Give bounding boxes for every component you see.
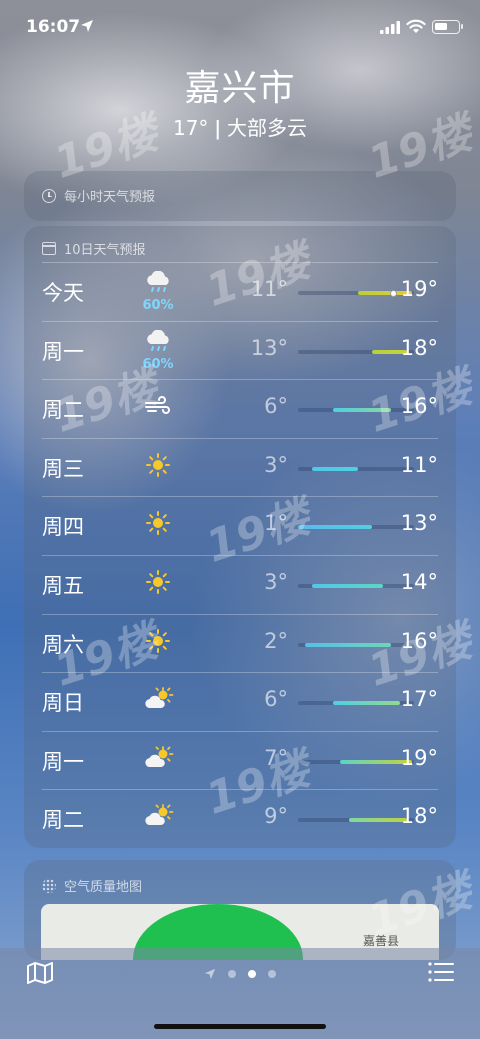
temperature-range-bar bbox=[298, 701, 414, 706]
forecast-day: 周二 bbox=[42, 808, 84, 833]
forecast-row[interactable]: 周二 9° 18° bbox=[42, 789, 438, 848]
precipitation-chance: 60% bbox=[142, 356, 174, 372]
clock-icon bbox=[42, 188, 56, 203]
high-temp: 19° bbox=[400, 745, 438, 770]
ten-day-forecast-card[interactable]: 10日天气预报 今天 60% 11° 19° 周一 60% 13° 18° 周二 6° 16° 周三 3… bbox=[24, 226, 456, 848]
high-temp: 11° bbox=[400, 452, 438, 477]
forecast-day: 周五 bbox=[42, 573, 84, 598]
forecast-day: 周四 bbox=[42, 515, 84, 540]
sun-icon bbox=[142, 569, 174, 594]
status-bar: 16:07 bbox=[0, 0, 480, 56]
forecast-day: 周一 bbox=[42, 339, 84, 364]
forecast-day: 周二 bbox=[42, 398, 84, 423]
sun-icon bbox=[142, 511, 174, 536]
temperature-range-bar bbox=[298, 818, 414, 823]
page-dot bbox=[268, 970, 276, 978]
ten-day-forecast-title: 10日天气预报 bbox=[64, 243, 146, 258]
low-temp: 3° bbox=[264, 569, 288, 594]
hourly-forecast-card[interactable]: 每小时天气预报 bbox=[24, 171, 456, 221]
rain-cloud-icon bbox=[142, 329, 174, 354]
map-icon[interactable] bbox=[27, 962, 53, 984]
forecast-day: 周三 bbox=[42, 456, 84, 481]
forecast-row[interactable]: 周六 2° 16° bbox=[42, 613, 438, 673]
map-town-label: 嘉善县 bbox=[363, 934, 400, 948]
sun-icon bbox=[142, 452, 174, 477]
page-indicator[interactable] bbox=[204, 968, 276, 980]
low-temp: 2° bbox=[264, 628, 288, 653]
hourly-forecast-title: 每小时天气预报 bbox=[64, 190, 156, 205]
temperature-range-bar bbox=[298, 349, 414, 354]
calendar-icon bbox=[42, 242, 56, 255]
precipitation-chance: 60% bbox=[142, 298, 174, 313]
forecast-day: 周日 bbox=[42, 691, 84, 716]
temperature-range-bar bbox=[298, 525, 414, 530]
wifi-icon bbox=[406, 19, 426, 33]
forecast-row[interactable]: 周日 6° 17° bbox=[42, 672, 438, 731]
temperature-range-bar bbox=[298, 408, 414, 413]
forecast-row[interactable]: 周一 7° 19° bbox=[42, 730, 438, 790]
forecast-day: 周一 bbox=[42, 749, 84, 774]
location-header: 嘉兴市 17° ǀ 大部多云 bbox=[0, 66, 480, 142]
low-temp: 3° bbox=[264, 452, 288, 477]
high-temp: 16° bbox=[400, 628, 438, 653]
low-temp: 6° bbox=[264, 394, 288, 419]
city-list-icon[interactable] bbox=[428, 962, 454, 982]
temperature-range-fill bbox=[349, 818, 408, 823]
temperature-range-fill bbox=[298, 525, 373, 530]
location-page-icon bbox=[204, 968, 216, 980]
partly-sunny-icon bbox=[142, 687, 174, 711]
partly-sunny-icon bbox=[142, 804, 174, 828]
forecast-row[interactable]: 周五 3° 14° bbox=[42, 554, 438, 614]
high-temp: 18° bbox=[400, 804, 438, 829]
forecast-row[interactable]: 周一 60% 13° 18° bbox=[42, 320, 438, 380]
low-temp: 1° bbox=[264, 511, 288, 536]
temperature-range-fill bbox=[332, 408, 391, 413]
current-temp-marker bbox=[389, 289, 397, 297]
temperature-range-fill bbox=[332, 701, 401, 706]
page-dot-active bbox=[248, 970, 256, 978]
high-temp: 19° bbox=[400, 277, 438, 301]
low-temp: 9° bbox=[264, 804, 288, 829]
sun-icon bbox=[142, 628, 174, 653]
wind-icon bbox=[142, 394, 174, 418]
temperature-range-fill bbox=[311, 466, 359, 471]
temperature-range-fill bbox=[304, 642, 391, 647]
temperature-range-bar bbox=[298, 759, 414, 764]
forecast-row[interactable]: 周三 3° 11° bbox=[42, 437, 438, 497]
partly-sunny-icon bbox=[142, 745, 174, 770]
city-name: 嘉兴市 bbox=[184, 68, 296, 109]
temperature-range-bar bbox=[298, 583, 414, 588]
high-temp: 14° bbox=[400, 569, 438, 594]
temperature-range-bar bbox=[298, 466, 414, 471]
temperature-range-fill bbox=[311, 583, 383, 588]
low-temp: 6° bbox=[264, 687, 288, 712]
forecast-list: 今天 60% 11° 19° 周一 60% 13° 18° 周二 6° 16° 周三 3° 11° 周四 1°… bbox=[42, 262, 438, 848]
forecast-day: 周六 bbox=[42, 632, 84, 657]
high-temp: 13° bbox=[400, 511, 438, 536]
temperature-range-bar bbox=[298, 289, 414, 297]
high-temp: 16° bbox=[400, 394, 438, 419]
forecast-row[interactable]: 周二 6° 16° bbox=[42, 379, 438, 438]
rain-cloud-icon bbox=[142, 270, 174, 295]
forecast-day: 今天 bbox=[42, 281, 84, 305]
page-dot bbox=[228, 970, 236, 978]
high-temp: 17° bbox=[400, 687, 438, 712]
low-temp: 13° bbox=[250, 335, 288, 360]
low-temp: 7° bbox=[264, 745, 288, 770]
low-temp: 11° bbox=[250, 277, 288, 301]
air-quality-icon bbox=[42, 878, 56, 893]
home-indicator bbox=[154, 1024, 326, 1029]
air-quality-map-card[interactable]: 空气质量地图 嘉善县 bbox=[24, 860, 456, 960]
current-conditions: 17° ǀ 大部多云 bbox=[172, 116, 308, 140]
forecast-row[interactable]: 今天 60% 11° 19° bbox=[42, 262, 438, 321]
temperature-range-bar bbox=[298, 642, 414, 647]
bottom-toolbar bbox=[0, 948, 480, 1039]
location-arrow-icon bbox=[81, 20, 93, 32]
air-quality-title: 空气质量地图 bbox=[64, 880, 143, 895]
high-temp: 18° bbox=[400, 335, 438, 360]
cellular-signal-icon bbox=[380, 21, 400, 34]
forecast-row[interactable]: 周四 1° 13° bbox=[42, 496, 438, 555]
status-time: 16:07 bbox=[26, 17, 81, 37]
battery-icon bbox=[432, 20, 463, 34]
